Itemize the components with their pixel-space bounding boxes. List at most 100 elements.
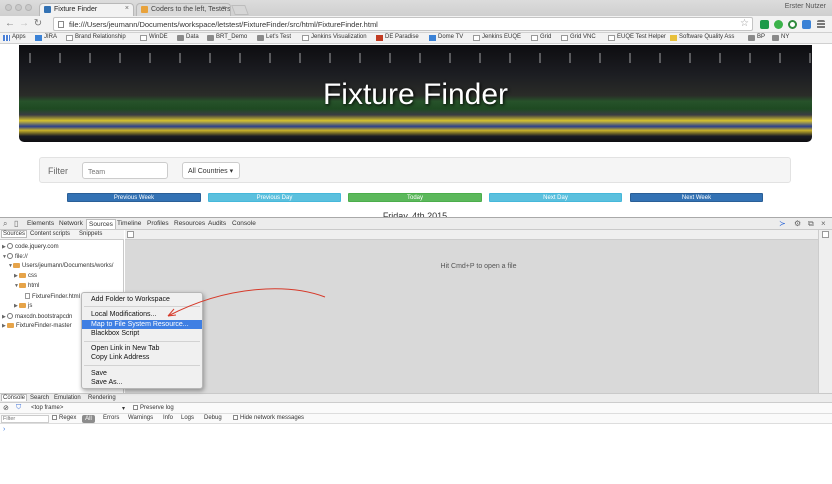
tree-item-maxcdn[interactable]: ▶ maxcdn.bootstrapcdn <box>2 313 72 320</box>
bookmark-jenkins-euqe[interactable]: Jenkins EUQE <box>473 34 521 41</box>
menu-item-save[interactable]: Save <box>82 369 202 378</box>
tab-drawer-search[interactable]: Search <box>30 395 49 401</box>
bookmark-winde[interactable]: WinDE <box>140 34 168 41</box>
tree-item-fixturefinder-html[interactable]: FixtureFinder.html <box>25 293 80 300</box>
level-warnings-button[interactable]: Warnings <box>128 415 153 421</box>
tree-item-fixturefinder-master[interactable]: ▶ FixtureFinder-master <box>2 323 72 329</box>
tab-profiles[interactable]: Profiles <box>147 220 169 227</box>
bookmark-grid-vnc[interactable]: Grid VNC <box>561 34 596 41</box>
bookmark-brand-relationship[interactable]: Brand Relationship <box>66 34 126 41</box>
tab-sources[interactable]: Sources <box>86 219 116 229</box>
bookmark-euqe-test-helper[interactable]: EUQE Test Helper <box>608 34 666 41</box>
regex-checkbox[interactable]: Regex <box>52 415 76 421</box>
reload-icon[interactable]: ↻ <box>32 18 44 30</box>
tab-network[interactable]: Network <box>59 220 83 227</box>
bookmark-jenkins-visualization[interactable]: Jenkins Visualization <box>302 34 367 41</box>
level-logs-button[interactable]: Logs <box>181 415 194 421</box>
menu-item-open-link-new-tab[interactable]: Open Link in New Tab <box>82 344 202 353</box>
window-close-button[interactable] <box>5 4 12 11</box>
close-devtools-icon[interactable]: × <box>821 220 826 228</box>
today-button[interactable]: Today <box>348 193 482 202</box>
menu-item-local-modifications[interactable]: Local Modifications... <box>82 310 202 319</box>
bookmark-de-paradise[interactable]: DE Paradise <box>376 34 419 41</box>
level-info-button[interactable]: Info <box>163 415 173 421</box>
bookmark-apps[interactable]: Apps <box>3 34 26 41</box>
next-week-button[interactable]: Next Week <box>630 193 763 202</box>
extension-gtm-icon[interactable] <box>760 20 769 29</box>
close-tab-icon[interactable]: × <box>222 5 226 12</box>
next-day-button[interactable]: Next Day <box>489 193 622 202</box>
menu-icon[interactable] <box>817 20 825 29</box>
menu-item-add-folder[interactable]: Add Folder to Workspace <box>82 295 202 304</box>
inspect-icon[interactable]: ⌕ <box>3 220 7 228</box>
bookmark-jira[interactable]: JIRA <box>35 34 57 41</box>
tree-item-users-folder[interactable]: ▼ Users/jeumann/Documents/works/ <box>8 263 113 269</box>
tab-drawer-rendering[interactable]: Rendering <box>88 395 116 401</box>
sources-editor[interactable]: Hit Cmd+P to open a file <box>125 230 832 393</box>
team-input[interactable] <box>82 162 168 179</box>
menu-item-save-as[interactable]: Save As... <box>82 378 202 387</box>
tab-timeline[interactable]: Timeline <box>117 220 141 227</box>
preserve-log-checkbox[interactable]: Preserve log <box>133 405 174 411</box>
tab-drawer-emulation[interactable]: Emulation <box>54 395 81 401</box>
settings-icon[interactable]: ⚙ <box>794 220 801 228</box>
console-drawer-icon[interactable]: ≻ <box>779 220 786 228</box>
level-all-button[interactable]: All <box>82 415 95 423</box>
new-tab-button[interactable] <box>231 5 249 15</box>
bookmark-bp[interactable]: BP <box>748 34 765 41</box>
clear-console-icon[interactable]: ⊘ <box>3 404 9 412</box>
address-bar[interactable]: file:///Users/jeumann/Documents/workspac… <box>53 17 753 31</box>
previous-week-button[interactable]: Previous Week <box>67 193 201 202</box>
tree-item-code-jquery[interactable]: ▶ code.jquery.com <box>2 243 59 250</box>
hide-network-checkbox[interactable]: Hide network messages <box>233 415 304 421</box>
tab-audits[interactable]: Audits <box>208 220 226 227</box>
filter-icon[interactable]: ⛉ <box>16 404 21 412</box>
toggle-navigator-icon[interactable] <box>127 231 134 238</box>
level-errors-button[interactable]: Errors <box>103 415 119 421</box>
bookmark-dome-tv[interactable]: Dome TV <box>429 34 463 41</box>
tab-drawer-console[interactable]: Console <box>1 394 28 401</box>
menu-item-map-to-file-system[interactable]: Map to File System Resource... <box>82 320 202 329</box>
extension-green-icon[interactable] <box>774 20 783 29</box>
tab-navigator-sources[interactable]: Sources <box>1 230 28 238</box>
frame-selector[interactable]: <top frame> <box>31 405 63 411</box>
frame-selector-caret-icon[interactable]: ▾ <box>122 405 125 412</box>
bookmark-grid[interactable]: Grid <box>531 34 551 41</box>
toggle-debugger-icon[interactable] <box>822 231 829 238</box>
debugger-sidebar-collapsed[interactable] <box>818 230 832 393</box>
extension-blue-icon[interactable] <box>802 20 811 29</box>
tab-content-scripts[interactable]: Content scripts <box>30 231 70 237</box>
tab-resources[interactable]: Resources <box>174 220 205 227</box>
tree-item-file[interactable]: ▼ file:// <box>2 253 28 260</box>
bookmark-software-quality[interactable]: Software Quality Ass <box>670 34 734 41</box>
extension-circle-icon[interactable] <box>788 20 797 29</box>
window-zoom-button[interactable] <box>25 4 32 11</box>
bookmark-data[interactable]: Data <box>177 34 199 41</box>
bookmark-lets-test[interactable]: Let's Test <box>257 34 291 41</box>
tree-item-css[interactable]: ▶ css <box>14 273 37 279</box>
back-icon[interactable]: ← <box>4 18 16 30</box>
browser-tab-fixture-finder[interactable]: Fixture Finder × <box>39 3 134 16</box>
tab-snippets[interactable]: Snippets <box>79 231 102 237</box>
console-prompt-icon[interactable]: › <box>3 426 5 433</box>
bookmark-brt-demo[interactable]: BRT_Demo <box>207 34 247 41</box>
device-mode-icon[interactable]: ▯ <box>14 220 18 228</box>
tree-item-js[interactable]: ▶ js <box>14 303 32 309</box>
window-minimize-button[interactable] <box>15 4 22 11</box>
level-debug-button[interactable]: Debug <box>204 415 222 421</box>
bookmark-ny[interactable]: NY <box>772 34 789 41</box>
menu-item-copy-link-address[interactable]: Copy Link Address <box>82 353 202 362</box>
console-filter-input[interactable] <box>1 415 49 423</box>
dock-side-icon[interactable]: ⧉ <box>808 220 814 228</box>
menu-item-blackbox-script[interactable]: Blackbox Script <box>82 329 202 338</box>
previous-day-button[interactable]: Previous Day <box>208 193 341 202</box>
profile-name[interactable]: Erster Nutzer <box>785 3 826 10</box>
bookmark-star-icon[interactable]: ☆ <box>740 18 749 29</box>
browser-tab-coders[interactable]: Coders to the left, Testers × <box>136 3 231 16</box>
tree-item-html[interactable]: ▼ html <box>14 283 39 289</box>
countries-dropdown[interactable]: All Countries ▾ <box>182 162 240 179</box>
tab-console[interactable]: Console <box>232 220 256 227</box>
close-tab-icon[interactable]: × <box>125 5 129 12</box>
forward-icon[interactable]: → <box>18 18 30 30</box>
tab-elements[interactable]: Elements <box>27 220 54 227</box>
